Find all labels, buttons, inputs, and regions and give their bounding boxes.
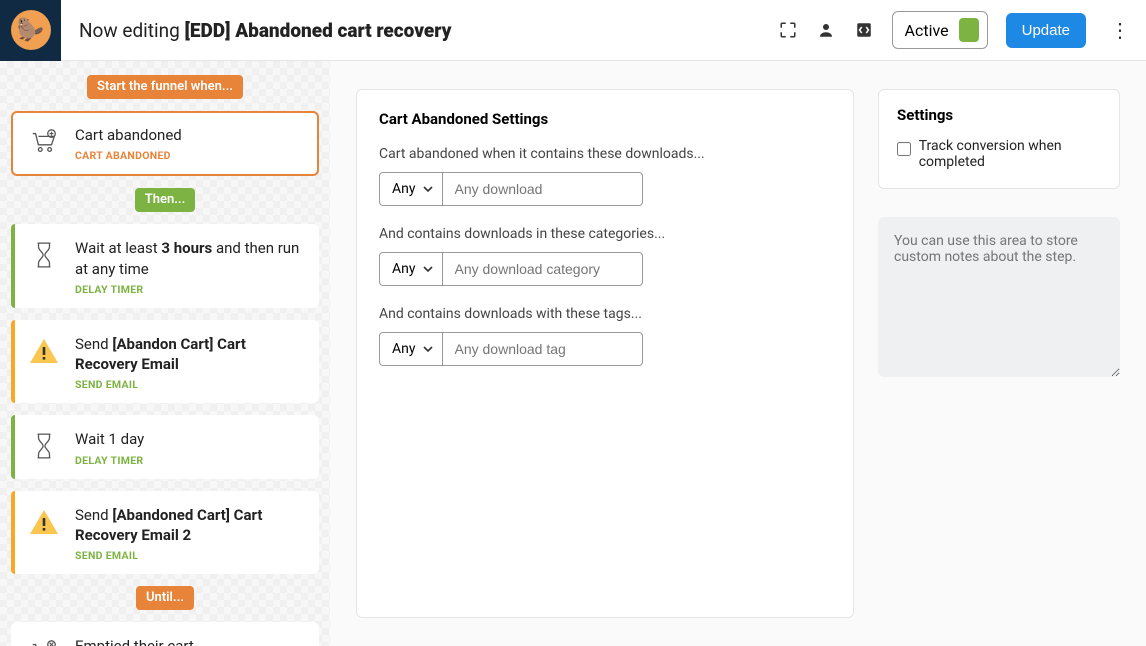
status-label: Active xyxy=(905,21,949,40)
logo-box: 🦫 xyxy=(0,0,61,61)
step-type: SEND EMAIL xyxy=(75,378,305,391)
downloads-field: Any xyxy=(379,172,831,206)
chevron-down-icon xyxy=(422,263,434,275)
replace-icon[interactable] xyxy=(854,20,874,40)
funnel-sidebar[interactable]: Start the funnel when... Cart abandoned … xyxy=(0,61,330,646)
step-title: Emptied their cart xyxy=(75,636,305,646)
step-title: Send [Abandoned Cart] Cart Recovery Emai… xyxy=(75,505,305,546)
field-label: And contains downloads in these categori… xyxy=(379,226,831,242)
step-type: DELAY TIMER xyxy=(75,283,305,296)
field-label: Cart abandoned when it contains these do… xyxy=(379,146,831,162)
settings-panel: Cart Abandoned Settings Cart abandoned w… xyxy=(356,89,854,618)
pill-then: Then... xyxy=(135,188,196,212)
step-cart-abandoned[interactable]: Cart abandoned CART ABANDONED xyxy=(11,111,319,176)
title-name: [EDD] Abandoned cart recovery xyxy=(185,19,452,42)
status-select[interactable]: Active xyxy=(892,11,988,49)
status-indicator xyxy=(959,18,979,42)
categories-input[interactable] xyxy=(443,252,643,286)
top-header: 🦫 Now editing [EDD] Abandoned cart recov… xyxy=(0,0,1146,61)
step-title: Wait 1 day xyxy=(75,429,305,449)
field-label: And contains downloads with these tags..… xyxy=(379,306,831,322)
accent xyxy=(11,224,15,308)
side-title: Settings xyxy=(879,90,1119,130)
step-type: DELAY TIMER xyxy=(75,454,305,467)
update-button[interactable]: Update xyxy=(1006,13,1086,48)
downloads-input[interactable] xyxy=(443,172,643,206)
more-menu-icon[interactable]: ⋮ xyxy=(1104,18,1136,42)
logo-icon: 🦫 xyxy=(11,10,51,50)
accent xyxy=(11,491,15,575)
step-title: Cart abandoned xyxy=(75,125,305,145)
step-title: Send [Abandon Cart] Cart Recovery Email xyxy=(75,334,305,375)
pill-start: Start the funnel when... xyxy=(87,75,243,99)
hourglass-icon xyxy=(27,429,61,463)
main-area: Cart Abandoned Settings Cart abandoned w… xyxy=(330,61,1146,646)
any-select[interactable]: Any xyxy=(379,332,443,366)
track-conversion-check[interactable]: Track conversion when completed xyxy=(897,138,1101,170)
step-email-1[interactable]: Send [Abandon Cart] Cart Recovery Email … xyxy=(11,320,319,404)
track-conversion-checkbox[interactable] xyxy=(897,141,911,157)
hourglass-icon xyxy=(27,238,61,272)
fullscreen-icon[interactable] xyxy=(778,20,798,40)
any-select[interactable]: Any xyxy=(379,252,443,286)
categories-field: Any xyxy=(379,252,831,286)
step-type: SEND EMAIL xyxy=(75,549,305,562)
tags-input[interactable] xyxy=(443,332,643,366)
step-title: Wait at least 3 hours and then run at an… xyxy=(75,238,305,279)
track-label: Track conversion when completed xyxy=(919,138,1101,170)
chevron-down-icon xyxy=(422,183,434,195)
chevron-down-icon xyxy=(422,343,434,355)
cart-abandoned-icon xyxy=(27,125,61,159)
warning-icon xyxy=(27,505,61,539)
tags-field: Any xyxy=(379,332,831,366)
step-delay-3h[interactable]: Wait at least 3 hours and then run at an… xyxy=(11,224,319,308)
any-select[interactable]: Any xyxy=(379,172,443,206)
accent xyxy=(11,415,15,478)
pill-until: Until... xyxy=(136,586,194,610)
step-type: CART ABANDONED xyxy=(75,149,305,162)
notes-textarea[interactable] xyxy=(878,217,1120,377)
step-emptied-cart[interactable]: Emptied their cart EMPTIED CART xyxy=(11,622,319,646)
side-column: Settings Track conversion when completed xyxy=(878,89,1120,618)
title-prefix: Now editing xyxy=(79,19,185,42)
side-settings-panel: Settings Track conversion when completed xyxy=(878,89,1120,189)
accent xyxy=(11,320,15,404)
panel-title: Cart Abandoned Settings xyxy=(379,110,831,128)
step-delay-1d[interactable]: Wait 1 day DELAY TIMER xyxy=(11,415,319,478)
header-actions: Active Update ⋮ xyxy=(778,11,1136,49)
user-icon[interactable] xyxy=(816,20,836,40)
emptied-cart-icon xyxy=(27,636,61,646)
warning-icon xyxy=(27,334,61,368)
page-title: Now editing [EDD] Abandoned cart recover… xyxy=(61,19,778,42)
step-email-2[interactable]: Send [Abandoned Cart] Cart Recovery Emai… xyxy=(11,491,319,575)
